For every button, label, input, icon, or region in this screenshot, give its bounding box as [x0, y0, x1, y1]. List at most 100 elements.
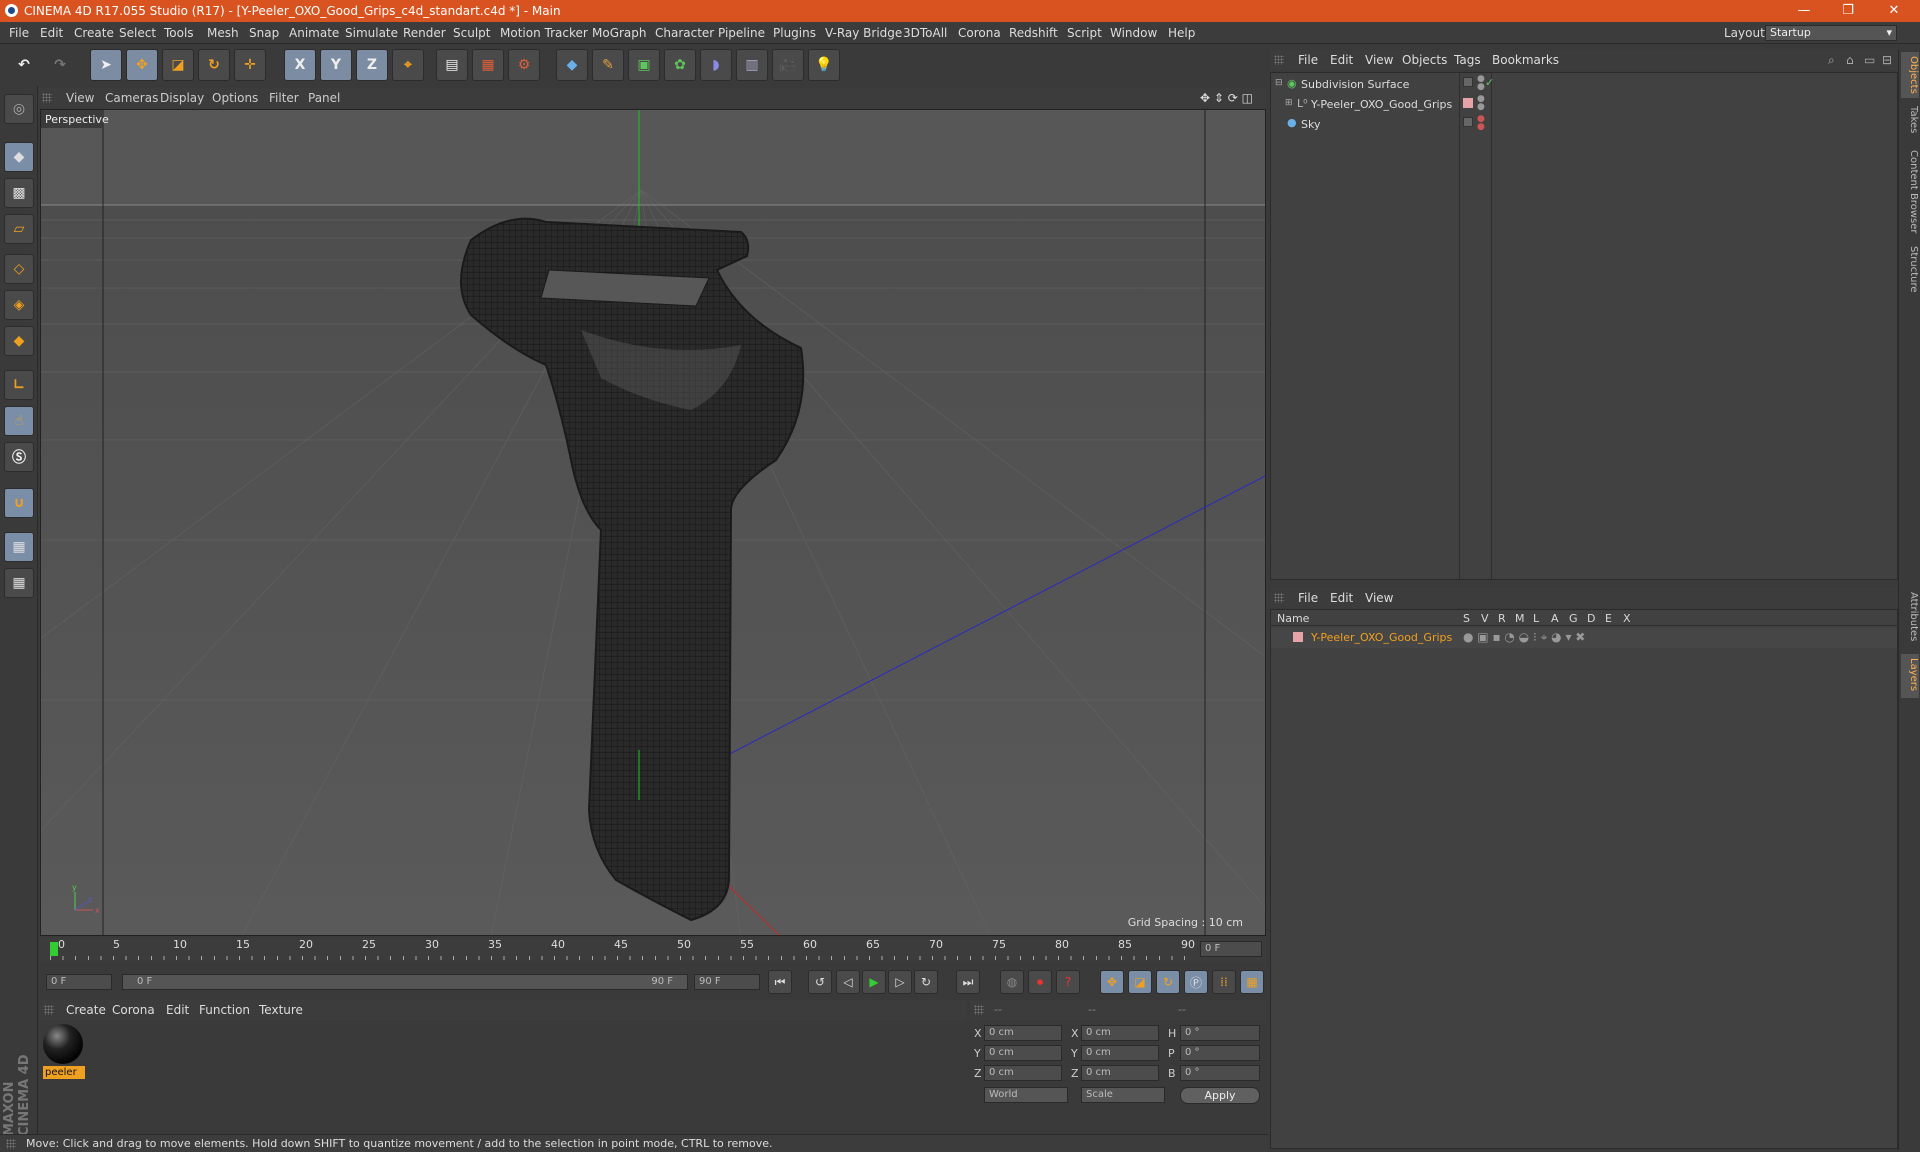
key-rotation-icon[interactable]: ↻ — [1156, 970, 1180, 994]
start-frame-field[interactable]: 0 F — [46, 974, 112, 990]
new-view-icon[interactable]: ▭ — [1864, 53, 1875, 67]
obj-menu-objects[interactable]: Objects — [1402, 53, 1447, 67]
tab-attributes[interactable]: Attributes — [1901, 588, 1919, 650]
record-keys-icon[interactable]: ◍ — [1000, 970, 1024, 994]
position-y-field[interactable]: 0 cm — [984, 1045, 1062, 1061]
key-param-icon[interactable]: Ⓟ — [1184, 970, 1208, 994]
object-row[interactable]: ● Sky ● ● — [1271, 115, 1897, 135]
layer-menu-view[interactable]: View — [1365, 591, 1393, 605]
next-key-icon[interactable]: ↻ — [914, 970, 938, 994]
vp-menu-options[interactable]: Options — [212, 91, 258, 105]
menu-help[interactable]: Help — [1168, 26, 1195, 40]
viewport-nav-icon[interactable]: ✥ ⇕ ⟳ ◫ — [1200, 91, 1253, 105]
model-mode-icon[interactable]: ◆ — [4, 142, 34, 172]
layer-color-swatch[interactable] — [1463, 98, 1473, 108]
obj-menu-view[interactable]: View — [1365, 53, 1393, 67]
subdivision-icon[interactable]: ▣ — [628, 49, 660, 81]
render-picture-viewer-icon[interactable]: ▦ — [472, 49, 504, 81]
prev-frame-icon[interactable]: ◁ — [836, 970, 860, 994]
mat-menu-texture[interactable]: Texture — [259, 1003, 303, 1017]
mat-menu-edit[interactable]: Edit — [166, 1003, 189, 1017]
menu-render[interactable]: Render — [403, 26, 446, 40]
render-view-icon[interactable]: ▤ — [436, 49, 468, 81]
autokey-icon[interactable]: ⏺ — [1028, 970, 1052, 994]
minimize-button[interactable]: — — [1784, 2, 1824, 20]
pin-icon[interactable]: ⊟ — [1882, 53, 1892, 67]
menu-sculpt[interactable]: Sculpt — [453, 26, 490, 40]
menu-vray-bridge[interactable]: V-Ray Bridge — [825, 26, 902, 40]
scale-icon[interactable]: ◪ — [162, 49, 194, 81]
goto-end-icon[interactable]: ⏭ — [956, 970, 980, 994]
visibility-dots-icon[interactable]: ● ● — [1477, 75, 1485, 92]
menu-corona[interactable]: Corona — [958, 26, 1001, 40]
play-icon[interactable]: ▶ — [862, 970, 886, 994]
position-x-field[interactable]: 0 cm — [984, 1025, 1062, 1041]
undo-icon[interactable]: ↶ — [8, 49, 40, 81]
light-icon[interactable]: 💡 — [808, 49, 840, 81]
menu-character[interactable]: Character — [655, 26, 714, 40]
visibility-dots-icon[interactable]: ● ● — [1477, 115, 1485, 132]
menu-simulate[interactable]: Simulate — [345, 26, 398, 40]
axis-z-button[interactable]: Z — [356, 49, 388, 81]
array-icon[interactable]: ✿ — [664, 49, 696, 81]
menu-script[interactable]: Script — [1067, 26, 1102, 40]
obj-menu-tags[interactable]: Tags — [1454, 53, 1481, 67]
collapse-icon[interactable]: ⊟ — [1275, 78, 1283, 88]
layer-tag-icon[interactable] — [1463, 117, 1473, 127]
edges-mode-icon[interactable]: ◈ — [4, 290, 34, 320]
end-frame-field[interactable]: 90 F — [694, 974, 760, 990]
obj-menu-file[interactable]: File — [1298, 53, 1318, 67]
workplane-icon[interactable]: ▱ — [4, 214, 34, 244]
coordinate-mode-dropdown[interactable]: World — [984, 1087, 1068, 1103]
object-row[interactable]: ⊞ L⁰ Y-Peeler_OXO_Good_Grips ● ● — [1271, 95, 1897, 115]
layer-menu-file[interactable]: File — [1298, 591, 1318, 605]
magnet-icon[interactable]: ∪ — [4, 488, 34, 518]
size-mode-dropdown[interactable]: Scale — [1081, 1087, 1165, 1103]
layer-row[interactable]: Y-Peeler_OXO_Good_Grips ● ▣ ▪ ◔ ◒ ⁝ ⌖ ◕ … — [1271, 628, 1897, 648]
rotation-p-field[interactable]: 0 ° — [1180, 1045, 1260, 1061]
grid-lock-icon[interactable]: ▦ — [4, 532, 34, 562]
menu-mesh[interactable]: Mesh — [207, 26, 239, 40]
menu-select[interactable]: Select — [119, 26, 156, 40]
vp-menu-display[interactable]: Display — [160, 91, 204, 105]
menu-pipeline[interactable]: Pipeline — [718, 26, 765, 40]
timeline-window-icon[interactable]: ▦ — [1240, 970, 1264, 994]
menu-file[interactable]: File — [9, 26, 29, 40]
snap-icon[interactable]: Ⓢ — [4, 442, 34, 472]
grid-snap-icon[interactable]: ▦ — [4, 568, 34, 598]
object-row[interactable]: ⊟ ◉ Subdivision Surface ● ● ✓ — [1271, 75, 1897, 95]
menu-edit[interactable]: Edit — [40, 26, 63, 40]
close-button[interactable]: ✕ — [1874, 2, 1914, 20]
mat-menu-create[interactable]: Create — [66, 1003, 106, 1017]
vp-menu-view[interactable]: View — [66, 91, 94, 105]
key-position-icon[interactable]: ✥ — [1100, 970, 1124, 994]
vp-menu-panel[interactable]: Panel — [308, 91, 340, 105]
menu-animate[interactable]: Animate — [289, 26, 339, 40]
key-pla-icon[interactable]: ⁞⁞ — [1212, 970, 1236, 994]
size-x-field[interactable]: 0 cm — [1081, 1025, 1159, 1041]
select-arrow-icon[interactable]: ➤ — [90, 49, 122, 81]
current-frame-field[interactable]: 0 F — [1200, 941, 1262, 957]
move-icon[interactable]: ✥ — [126, 49, 158, 81]
mat-menu-corona[interactable]: Corona — [112, 1003, 155, 1017]
menu-redshift[interactable]: Redshift — [1009, 26, 1058, 40]
menu-tools[interactable]: Tools — [164, 26, 194, 40]
apply-button[interactable]: Apply — [1180, 1087, 1260, 1104]
prev-key-icon[interactable]: ↺ — [808, 970, 832, 994]
position-z-field[interactable]: 0 cm — [984, 1065, 1062, 1081]
key-scale-icon[interactable]: ◪ — [1128, 970, 1152, 994]
rotation-h-field[interactable]: 0 ° — [1180, 1025, 1260, 1041]
playhead-marker[interactable] — [50, 942, 58, 956]
goto-start-icon[interactable]: ⏮ — [768, 970, 792, 994]
mat-menu-function[interactable]: Function — [199, 1003, 250, 1017]
menu-plugins[interactable]: Plugins — [773, 26, 816, 40]
size-z-field[interactable]: 0 cm — [1081, 1065, 1159, 1081]
menu-mograph[interactable]: MoGraph — [592, 26, 647, 40]
floor-icon[interactable]: ▥ — [736, 49, 768, 81]
viewport-camera-label[interactable]: Perspective — [45, 113, 109, 126]
rotation-b-field[interactable]: 0 ° — [1180, 1065, 1260, 1081]
home-icon[interactable]: ⌂ — [1846, 53, 1854, 67]
texture-mode-icon[interactable]: ▩ — [4, 178, 34, 208]
tweak-mode-icon[interactable]: ☝ — [4, 406, 34, 436]
axis-mode-icon[interactable]: ∟ — [4, 370, 34, 400]
